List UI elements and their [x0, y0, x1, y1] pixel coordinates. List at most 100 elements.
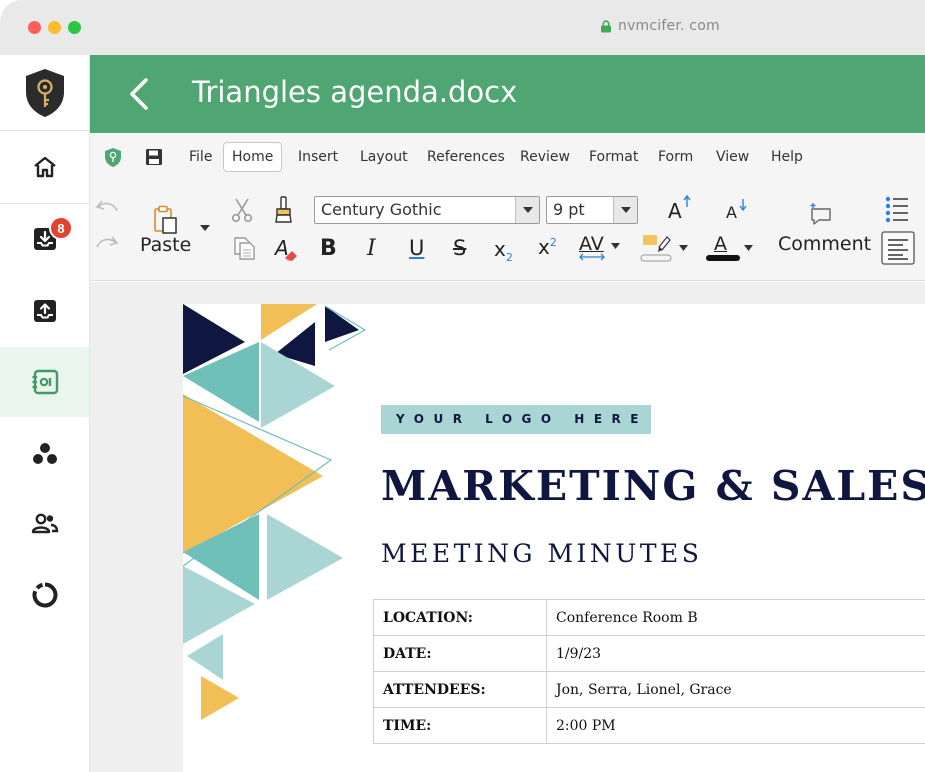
redo-icon[interactable] — [94, 233, 120, 257]
comment-button[interactable]: Comment — [776, 201, 872, 265]
browser-chrome: nvmcifer. com — [0, 0, 925, 55]
italic-button[interactable]: I — [367, 236, 376, 261]
sidebar-item-inbox[interactable]: 8 — [0, 204, 89, 274]
highlight-color-button[interactable] — [639, 233, 691, 265]
inbox-count-badge: 8 — [49, 216, 73, 240]
strikethrough-button[interactable]: S — [453, 236, 466, 260]
table-value-cell: 2:00 PM — [546, 707, 925, 744]
sidebar-item-groups[interactable] — [0, 419, 89, 489]
table-key-cell: TIME: — [373, 707, 547, 744]
address-bar[interactable]: nvmcifer. com — [600, 18, 720, 34]
document-heading: MARKETING & SALES — [381, 462, 925, 510]
document-subheading: MEETING MINUTES — [381, 539, 703, 568]
menu-help[interactable]: Help — [763, 142, 811, 172]
paste-label: Paste — [140, 234, 192, 256]
subscript-mark: 2 — [505, 251, 513, 264]
triangle-decoration-image — [183, 304, 367, 720]
table-row: ATTENDEES: Jon, Serra, Lionel, Grace — [373, 671, 925, 708]
font-color-button[interactable]: A — [704, 233, 756, 265]
menu-form[interactable]: Form — [650, 142, 701, 172]
document-title: Triangles agenda.docx — [192, 75, 518, 109]
maximize-window-button[interactable] — [68, 21, 81, 34]
menu-view[interactable]: View — [708, 142, 757, 172]
menu-layout[interactable]: Layout — [352, 142, 416, 172]
font-size-value: 9 pt — [553, 200, 585, 219]
menu-file[interactable]: File — [181, 142, 220, 172]
table-row: DATE: 1/9/23 — [373, 635, 925, 672]
minimize-window-button[interactable] — [48, 21, 61, 34]
document-page[interactable]: YOUR LOGO HERE MARKETING & SALES MEETING… — [183, 304, 925, 772]
sidebar-item-activity[interactable] — [0, 560, 89, 630]
url-text: nvmcifer. com — [618, 18, 720, 34]
superscript-mark: 2 — [549, 236, 557, 249]
logo-placeholder: YOUR LOGO HERE — [381, 405, 651, 434]
chevron-down-icon — [679, 245, 688, 251]
meeting-info-table: LOCATION: Conference Room B DATE: 1/9/23… — [373, 599, 925, 744]
grow-font-glyph: A — [668, 199, 682, 223]
menu-format[interactable]: Format — [581, 142, 646, 172]
arrow-up-icon — [683, 195, 691, 207]
ribbon-toolbar: Paste A Century Gothic 9 pt A A Comment … — [90, 181, 925, 281]
table-value-cell: Conference Room B — [546, 599, 925, 636]
shield-key-icon — [25, 68, 64, 117]
chevron-down-icon — [611, 243, 620, 249]
back-arrow-icon[interactable] — [128, 77, 150, 111]
menu-home[interactable]: Home — [223, 142, 283, 172]
bulleted-list-icon[interactable] — [884, 195, 910, 223]
table-value-cell: Jon, Serra, Lionel, Grace — [546, 671, 925, 708]
table-row: LOCATION: Conference Room B — [373, 599, 925, 636]
character-spacing-glyph: AV — [579, 233, 604, 255]
paste-dropdown-icon[interactable] — [200, 225, 210, 231]
font-name-dropdown[interactable] — [515, 197, 539, 223]
sidebar-item-contacts[interactable] — [0, 347, 89, 417]
shrink-font-glyph: A — [726, 203, 737, 222]
arrow-down-icon — [739, 199, 747, 211]
sidebar-item-users[interactable] — [0, 489, 89, 559]
clipboard-icon — [154, 205, 177, 234]
menu-insert[interactable]: Insert — [290, 142, 346, 172]
copy-icon[interactable] — [232, 235, 256, 261]
superscript-glyph: x — [538, 235, 550, 259]
scissors-icon[interactable] — [230, 197, 254, 223]
groups-dots-icon — [32, 443, 57, 464]
shrink-font-button[interactable]: A — [726, 199, 756, 229]
align-left-icon[interactable] — [881, 231, 915, 265]
shield-icon[interactable] — [104, 147, 122, 168]
lock-icon — [601, 19, 611, 32]
menu-references[interactable]: References — [419, 142, 513, 172]
superscript-button[interactable]: x2 — [538, 235, 568, 263]
font-name-select[interactable]: Century Gothic — [314, 196, 540, 224]
users-icon — [31, 513, 58, 534]
grow-font-button[interactable]: A — [668, 195, 698, 225]
close-window-button[interactable] — [28, 21, 41, 34]
subscript-button[interactable]: x2 — [494, 237, 524, 265]
sidebar-item-upload[interactable] — [0, 276, 89, 346]
font-color-swatch — [706, 255, 740, 261]
app-logo[interactable] — [0, 55, 89, 131]
spacing-arrows-icon — [579, 253, 605, 261]
format-painter-icon[interactable] — [273, 195, 295, 225]
table-key-cell: DATE: — [373, 635, 547, 672]
menu-bar: File Home Insert Layout References Revie… — [90, 133, 925, 181]
undo-icon[interactable] — [94, 197, 120, 221]
underline-button[interactable]: U — [409, 236, 424, 260]
paste-button[interactable]: Paste — [138, 195, 218, 275]
font-size-dropdown[interactable] — [613, 197, 637, 223]
document-canvas[interactable]: YOUR LOGO HERE MARKETING & SALES MEETING… — [90, 282, 925, 772]
contact-book-icon — [32, 369, 58, 395]
document-titlebar: Triangles agenda.docx — [90, 55, 925, 133]
app-window: nvmcifer. com 8 Triangles agenda.docx Fi… — [0, 0, 925, 772]
table-value-cell: 1/9/23 — [546, 635, 925, 672]
subscript-glyph: x — [494, 237, 506, 261]
font-color-glyph: A — [714, 233, 727, 255]
character-spacing-button[interactable]: AV — [578, 231, 624, 265]
comment-label: Comment — [778, 233, 872, 255]
menu-review[interactable]: Review — [512, 142, 578, 172]
font-size-select[interactable]: 9 pt — [546, 196, 638, 224]
bold-button[interactable]: B — [320, 236, 337, 261]
outbox-upload-icon — [33, 300, 56, 322]
chevron-down-icon — [620, 207, 631, 213]
clear-formatting-button[interactable]: A — [273, 236, 303, 266]
sidebar-item-home[interactable] — [0, 132, 89, 202]
save-icon[interactable] — [145, 148, 163, 166]
